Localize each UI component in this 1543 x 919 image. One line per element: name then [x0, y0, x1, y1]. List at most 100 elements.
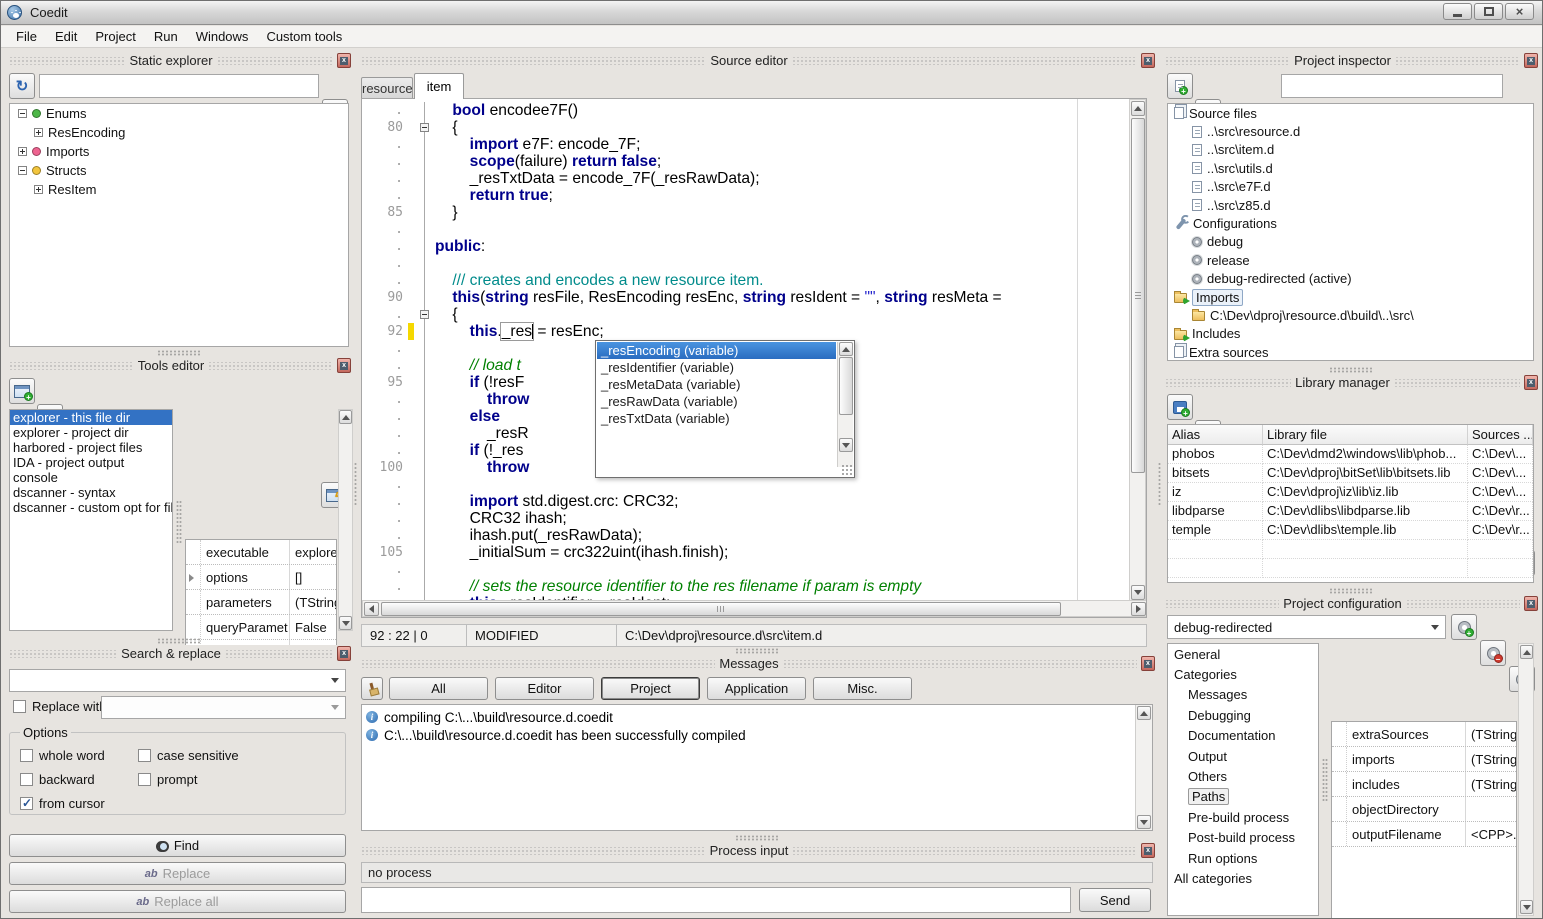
menu-windows[interactable]: Windows — [187, 27, 258, 46]
fold-margin[interactable] — [416, 357, 435, 374]
expand-arrow-icon[interactable] — [189, 574, 194, 582]
code-line[interactable]: . bool encodee7F() — [362, 102, 1129, 119]
property-row[interactable]: outputFilename<CPP>..\ — [1332, 822, 1516, 847]
fold-margin[interactable] — [416, 289, 435, 306]
fold-margin[interactable] — [416, 238, 435, 255]
filter-button-all[interactable]: All — [389, 677, 488, 700]
add-library-button[interactable]: + — [1167, 394, 1193, 420]
fold-margin[interactable] — [416, 442, 435, 459]
table-row[interactable]: templeC:\Dev\dlibs\temple.libC:\Dev\r... — [1168, 521, 1533, 540]
splitter[interactable] — [1321, 735, 1329, 825]
splitter[interactable] — [1161, 366, 1540, 374]
tree-item[interactable]: debug-redirected (active) — [1168, 270, 1533, 288]
message-line[interactable]: iC:\...\build\resource.d.coedit has been… — [366, 726, 1132, 744]
code-line[interactable]: . { — [362, 306, 1129, 323]
fold-margin[interactable] — [416, 459, 435, 476]
code-line[interactable]: 90 this(string resFile, ResEncoding resE… — [362, 289, 1129, 306]
property-value[interactable]: False — [289, 615, 336, 639]
fold-margin[interactable] — [416, 136, 435, 153]
completion-item[interactable]: _resEncoding (variable) — [597, 342, 836, 359]
messages-header[interactable]: Messages x — [357, 655, 1157, 672]
tree-item[interactable]: Includes — [1168, 325, 1533, 343]
option-checkbox-whole-word[interactable]: whole word — [20, 748, 138, 763]
option-checkbox-prompt[interactable]: prompt — [138, 772, 335, 787]
code-line[interactable]: . import std.digest.crc: CRC32; — [362, 493, 1129, 510]
fold-margin[interactable] — [416, 119, 435, 136]
completion-item[interactable]: _resRawData (variable) — [597, 393, 836, 410]
inspector-filter-input[interactable] — [1281, 74, 1503, 98]
filter-button-application[interactable]: Application — [707, 677, 806, 700]
code-line[interactable]: . // sets the resource identifier to the… — [362, 578, 1129, 595]
code-line[interactable]: . ihash.put(_resRawData); — [362, 527, 1129, 544]
tool-list-item[interactable]: explorer - this file dir — [10, 410, 172, 425]
process-input-field[interactable] — [361, 887, 1071, 913]
add-configuration-button[interactable]: + — [1451, 614, 1477, 640]
property-value[interactable]: (TStringL — [289, 590, 336, 614]
code-line[interactable]: .public: — [362, 238, 1129, 255]
fold-margin[interactable] — [416, 425, 435, 442]
tree-item[interactable]: Imports — [10, 142, 348, 161]
tool-list-item[interactable]: console — [10, 470, 172, 485]
messages-scrollbar[interactable] — [1135, 705, 1152, 830]
panel-close-button[interactable]: x — [1524, 596, 1538, 611]
panel-close-button[interactable]: x — [1141, 656, 1155, 671]
panel-close-button[interactable]: x — [1141, 53, 1155, 68]
fold-margin[interactable] — [416, 170, 435, 187]
property-value[interactable]: (TStringL — [1465, 772, 1516, 796]
code-line[interactable]: . /// creates and encodes a new resource… — [362, 272, 1129, 289]
category-item[interactable]: General — [1168, 644, 1318, 664]
tree-item[interactable]: ..\src\utils.d — [1168, 159, 1533, 177]
code-line[interactable]: . — [362, 561, 1129, 578]
category-item[interactable]: Debugging — [1168, 705, 1318, 725]
symbol-filter-input[interactable] — [39, 74, 319, 98]
filter-button-editor[interactable]: Editor — [495, 677, 594, 700]
scrollbar[interactable] — [1518, 643, 1534, 916]
property-row[interactable]: options[] — [186, 565, 336, 590]
tool-list-item[interactable]: dscanner - custom opt for file — [10, 500, 172, 515]
static-explorer-header[interactable]: Static explorer x — [5, 52, 353, 69]
panel-close-button[interactable]: x — [337, 358, 351, 373]
property-value[interactable]: [] — [289, 565, 336, 589]
splitter[interactable] — [5, 637, 353, 645]
code-line[interactable]: 80 { — [362, 119, 1129, 136]
configuration-selector[interactable]: debug-redirected — [1167, 615, 1446, 639]
code-line[interactable]: 105 _initialSum = crc322uint(ihash.finis… — [362, 544, 1129, 561]
process-input-header[interactable]: Process input x — [357, 842, 1157, 859]
property-value[interactable]: (TStringL — [1465, 747, 1516, 771]
expander-icon[interactable] — [18, 166, 27, 175]
project-inspector-header[interactable]: Project inspector x — [1161, 52, 1540, 69]
fold-margin[interactable] — [416, 374, 435, 391]
close-button[interactable]: × — [1505, 3, 1534, 20]
clear-messages-button[interactable] — [361, 677, 383, 700]
fold-collapse-icon[interactable] — [420, 123, 429, 132]
filter-button-misc[interactable]: Misc. — [813, 677, 912, 700]
tool-list-item[interactable]: explorer - project dir — [10, 425, 172, 440]
tools-editor-header[interactable]: Tools editor x — [5, 357, 353, 374]
completion-list[interactable]: _resEncoding (variable)_resIdentifier (v… — [597, 342, 836, 427]
fold-margin[interactable] — [416, 561, 435, 578]
source-editor-header[interactable]: Source editor x — [357, 52, 1157, 69]
column-header[interactable]: Sources ... — [1468, 425, 1533, 445]
option-checkbox-from-cursor[interactable]: from cursor — [20, 796, 138, 811]
category-item[interactable]: Pre-build process — [1168, 807, 1318, 827]
completion-item[interactable]: _resTxtData (variable) — [597, 410, 836, 427]
fold-margin[interactable] — [416, 102, 435, 119]
tree-item[interactable]: Structs — [10, 161, 348, 180]
tree-item[interactable]: debug — [1168, 233, 1533, 251]
fold-margin[interactable] — [416, 510, 435, 527]
code-line[interactable]: . — [362, 255, 1129, 272]
property-value[interactable]: explorer — [289, 540, 336, 564]
table-row[interactable]: libdparseC:\Dev\dlibs\libdparse.libC:\De… — [1168, 502, 1533, 521]
expander-icon[interactable] — [18, 109, 27, 118]
find-button[interactable]: Find — [9, 834, 346, 857]
panel-close-button[interactable]: x — [337, 646, 351, 661]
filter-button-project[interactable]: Project — [601, 677, 700, 700]
replace-all-button[interactable]: ab Replace all — [9, 890, 346, 913]
tree-item[interactable]: Extra sources — [1168, 343, 1533, 361]
property-row[interactable]: extraSources(TStringL — [1332, 722, 1516, 747]
category-item[interactable]: Categories — [1168, 664, 1318, 684]
fold-margin[interactable] — [416, 306, 435, 323]
option-checkbox-backward[interactable]: backward — [20, 772, 138, 787]
fold-margin[interactable] — [416, 476, 435, 493]
menu-file[interactable]: File — [7, 27, 46, 46]
